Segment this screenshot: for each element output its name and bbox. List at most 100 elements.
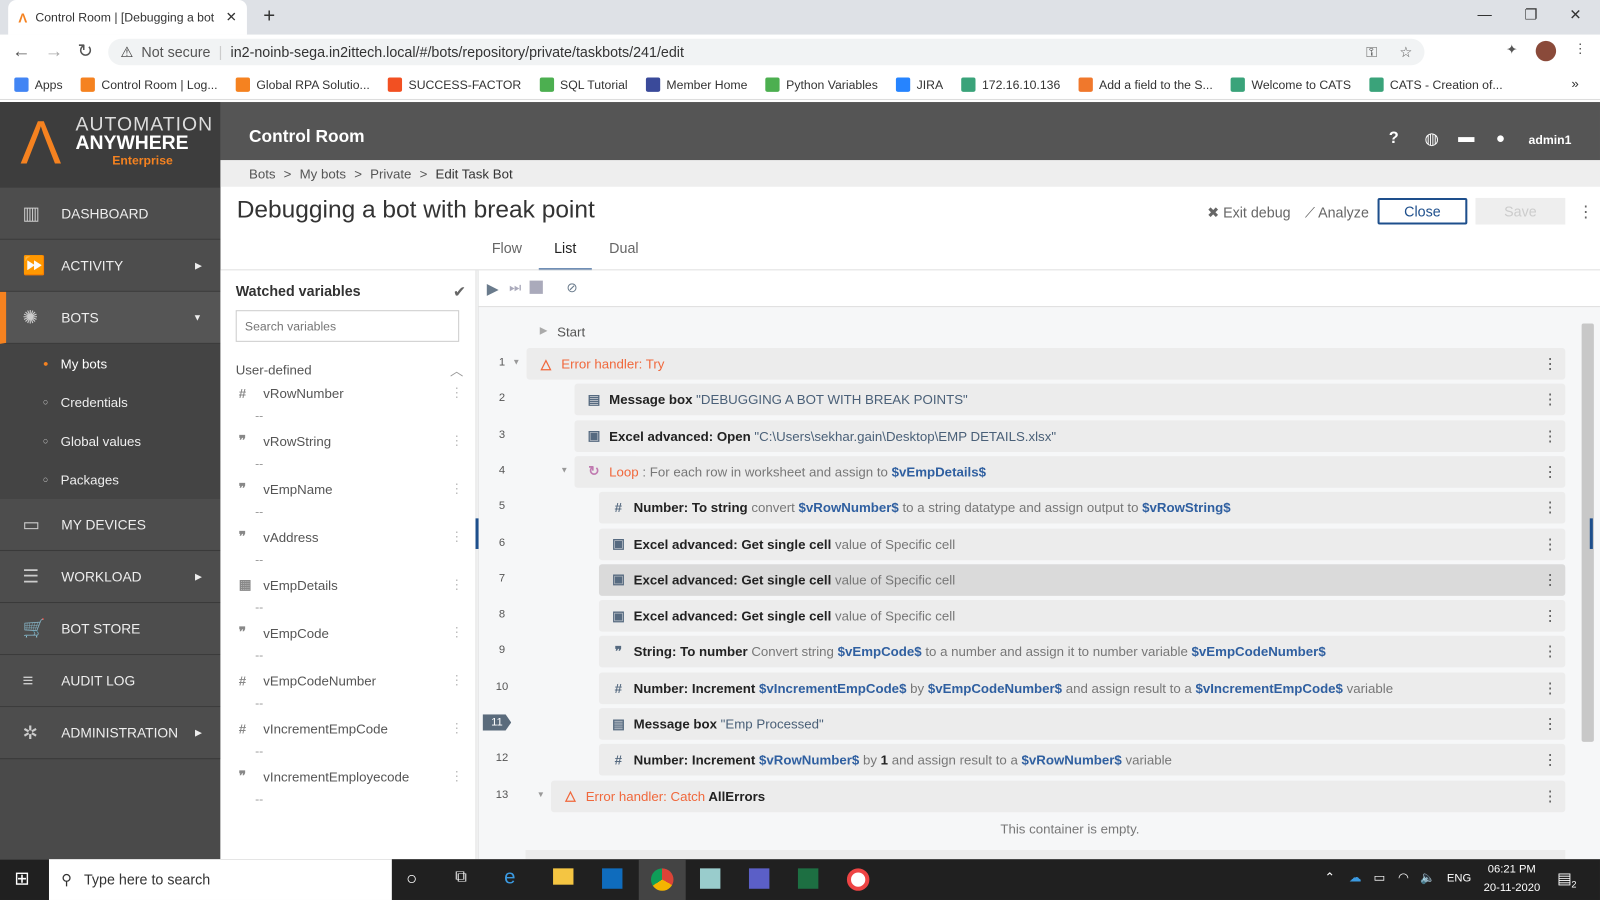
action-row[interactable]: ▤ Message box "DEBUGGING A BOT WITH BREAK… [574,383,1566,416]
restore-button[interactable]: ❐ [1524,6,1537,23]
sidebar-subitem[interactable]: ○ Packages [0,460,221,499]
sidebar-subitem[interactable]: ○ Credentials [0,382,221,422]
windows-start-icon[interactable]: ⊞ [14,868,29,889]
forward-button[interactable]: → [45,41,63,62]
sidebar-item[interactable]: ✲ ADMINISTRATION ▶ [0,707,221,760]
collapse-caret-icon[interactable]: ▼ [560,465,568,474]
variable-item[interactable]: ▦ vEmpDetails ⋮ -- [239,577,463,615]
user-defined-section[interactable]: User-defined [236,362,312,377]
bookmark-item[interactable]: Member Home [646,77,747,92]
task-view-icon[interactable]: ⧉ [455,868,467,886]
breadcrumb-item[interactable]: Bots [249,166,276,181]
tab-list[interactable]: List [538,240,592,271]
row-menu-icon[interactable]: ⋮ [1543,643,1557,660]
edge-icon[interactable]: e [504,866,515,889]
sidebar-item[interactable]: ▭ MY DEVICES [0,498,221,552]
disable-breakpoints-icon[interactable]: ⊘ [566,280,577,296]
star-icon[interactable]: ☆ [1399,43,1412,60]
menu-icon[interactable]: ⋮ [1573,41,1586,57]
action-row[interactable]: ▣ Excel advanced: Open "C:\Users\sekhar.g… [574,419,1566,452]
line-number[interactable]: 3 [489,428,516,440]
new-tab-button[interactable]: + [263,5,275,28]
tray-chevron-icon[interactable]: ⌃ [1324,870,1334,884]
row-menu-icon[interactable]: ⋮ [1543,499,1557,516]
row-menu-icon[interactable]: ⋮ [1543,787,1557,804]
scrollbar[interactable] [1581,313,1594,849]
line-number[interactable]: 5 [489,500,516,512]
breadcrumb-item[interactable]: My bots [300,166,346,181]
line-number[interactable]: 9 [489,644,516,656]
variable-menu-icon[interactable]: ⋮ [450,624,463,640]
line-number[interactable]: 4 [489,464,516,476]
exit-debug-button[interactable]: ✖ Exit debug [1207,204,1290,221]
line-number[interactable]: 10 [489,680,516,692]
language-indicator[interactable]: ENG [1447,872,1471,884]
chevron-up-icon[interactable]: ︿ [450,360,463,379]
variable-menu-icon[interactable]: ⋮ [450,433,463,449]
collapse-caret-icon[interactable]: ▼ [537,789,545,798]
action-row[interactable]: ▣ Excel advanced: Get single cell value o… [598,528,1566,560]
row-menu-icon[interactable]: ⋮ [1543,679,1557,696]
help-icon[interactable]: ? [1389,130,1399,148]
tab-dual[interactable]: Dual [609,240,638,256]
row-menu-icon[interactable]: ⋮ [1543,751,1557,768]
bookmark-item[interactable]: 172.16.10.136 [961,77,1060,92]
more-options-icon[interactable]: ⋮ [1578,202,1594,222]
profile-avatar[interactable] [1535,40,1557,62]
right-panel-handle[interactable] [1589,518,1593,549]
variable-item[interactable]: # vEmpCodeNumber ⋮ -- [239,672,463,710]
bookmark-item[interactable]: Python Variables [765,77,878,92]
row-menu-icon[interactable]: ⋮ [1543,463,1557,480]
globe-icon[interactable]: ◍ [1424,129,1438,149]
search-variables-input[interactable] [235,310,460,342]
tab-flow[interactable]: Flow [492,240,522,256]
variable-menu-icon[interactable]: ⋮ [450,385,463,401]
sidebar-item[interactable]: ⏩ ACTIVITY ▶ [0,239,221,292]
action-row[interactable]: △ Error handler: Catch AllErrors ⋮ [551,780,1566,812]
action-row[interactable]: ▤ Message box "Emp Processed" ⋮ [598,708,1566,740]
action-row[interactable]: # Number: Increment $vIncrementEmpCode$ b… [598,672,1566,704]
url-input[interactable]: ⚠ Not secure | in2-noinb-sega.in2ittech.… [108,38,1425,66]
bookmark-item[interactable]: SQL Tutorial [539,77,628,92]
breadcrumb-item[interactable]: Private [370,166,411,181]
variable-item[interactable]: ❞ vIncrementEmployecode ⋮ -- [239,768,463,806]
sidebar-subitem[interactable]: ● My bots [0,343,221,383]
sidebar-item[interactable]: ▥ DASHBOARD [0,187,221,240]
outlook-icon[interactable] [602,868,623,889]
minimize-button[interactable]: — [1478,6,1492,22]
row-menu-icon[interactable]: ⋮ [1543,535,1557,552]
analyze-button[interactable]: ⟋ Analyze [1305,204,1369,221]
key-icon[interactable]: ⚿ [1366,43,1377,60]
back-button[interactable]: ← [12,41,30,62]
variable-item[interactable]: # vIncrementEmpCode ⋮ -- [239,720,463,758]
sidebar-subitem[interactable]: ○ Global values [0,421,221,461]
variable-item[interactable]: ❞ vEmpName ⋮ -- [239,481,463,519]
variable-item[interactable]: ❞ vAddress ⋮ -- [239,529,463,567]
action-row[interactable]: ▣ Excel advanced: Get single cell value o… [598,600,1566,632]
run-icon[interactable]: ▶ [487,280,499,298]
action-row[interactable]: # Number: To string convert $vRowNumber$ … [598,492,1566,524]
reload-button[interactable]: ↻ [78,41,93,62]
wifi-icon[interactable]: ◠ [1398,870,1409,884]
notifications-icon[interactable]: ▤ [1557,869,1571,887]
app-icon[interactable] [699,868,721,889]
taskbar-search[interactable]: ⚲ Type here to search [48,859,392,900]
variable-item[interactable]: ❞ vEmpCode ⋮ -- [239,624,463,662]
action-row[interactable]: △ Error handler: Try ⋮ [526,347,1566,380]
line-number[interactable]: 12 [489,752,516,764]
action-row[interactable]: ❞ String: To number Convert string $vEmpC… [598,636,1566,668]
variable-menu-icon[interactable]: ⋮ [450,529,463,545]
line-number[interactable]: 8 [489,608,516,620]
line-number[interactable]: 6 [489,536,516,548]
close-window-button[interactable]: ✕ [1569,6,1581,23]
bookmark-item[interactable]: Add a field to the S... [1078,77,1213,92]
more-bookmarks-icon[interactable]: » [1571,76,1578,91]
browser-tab[interactable]: Λ Control Room | [Debugging a bot ✕ [8,0,247,35]
variable-menu-icon[interactable]: ⋮ [450,720,463,736]
line-number[interactable]: 2 [489,392,516,404]
variable-menu-icon[interactable]: ⋮ [450,672,463,688]
teams-icon[interactable] [748,868,770,889]
bookmark-item[interactable]: Welcome to CATS [1231,77,1351,92]
user-icon[interactable]: ● [1496,130,1505,147]
variable-item[interactable]: # vRowNumber ⋮ -- [239,385,463,423]
